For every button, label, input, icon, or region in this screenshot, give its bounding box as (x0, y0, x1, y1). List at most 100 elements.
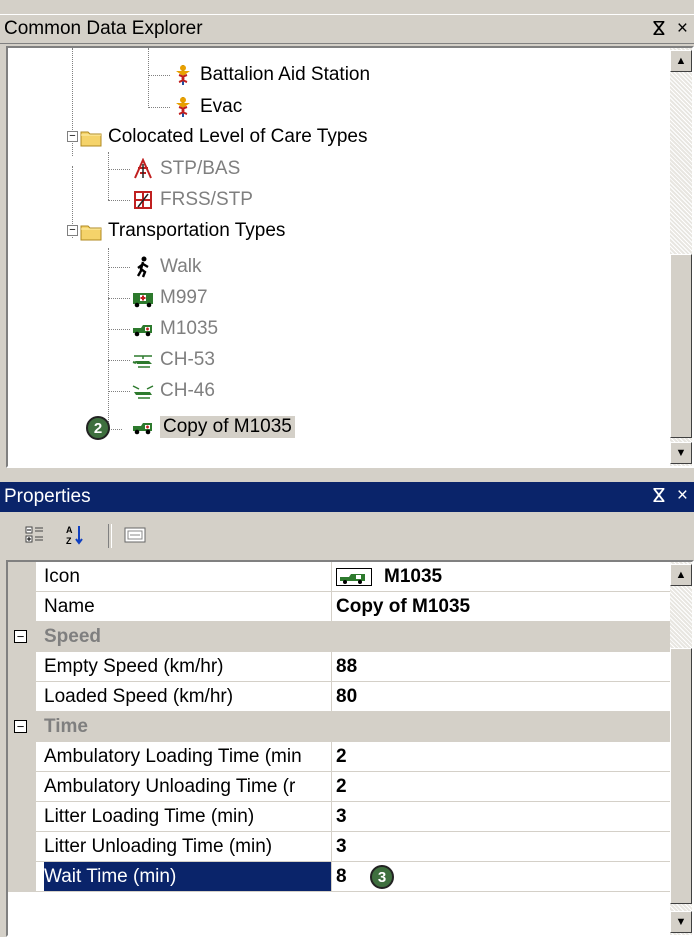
tree-node-ch-53[interactable]: CH-53 (132, 345, 215, 375)
category-name: Speed (44, 626, 102, 647)
walking-person-icon (136, 256, 149, 278)
helicopter-icon (132, 355, 152, 368)
explorer-title-bar: Common Data Explorer ⴵ × (0, 14, 694, 44)
property-value[interactable]: 3 (336, 802, 347, 831)
tree-node-frss-stp[interactable]: FRSS/STP (132, 185, 253, 215)
property-row-ambulatory-unloading-time[interactable]: Ambulatory Unloading Time (r 2 (8, 772, 672, 802)
property-row-name[interactable]: Name Copy of M1035 (8, 592, 672, 622)
property-value[interactable]: 80 (336, 682, 357, 711)
tree-node-battalion-aid-station[interactable]: Battalion Aid Station (172, 60, 370, 90)
humvee-icon (336, 567, 372, 586)
node-label: Transportation Types (108, 220, 286, 241)
property-row-litter-loading-time[interactable]: Litter Loading Time (min) 3 (8, 802, 672, 832)
tree-node-transportation-types[interactable]: Transportation Types (80, 216, 285, 246)
property-grid[interactable]: Icon M1035 Name Copy of M1035 − Speed Em… (6, 560, 694, 937)
helicopter-icon (132, 385, 154, 399)
property-value[interactable]: 8 (336, 862, 347, 891)
property-name: Ambulatory Loading Time (min (44, 742, 332, 771)
explorer-title: Common Data Explorer (4, 18, 203, 39)
category-row-time[interactable]: − Time (8, 712, 672, 742)
scroll-down-button[interactable]: ▼ (670, 442, 692, 464)
collapse-speed-toggle[interactable]: − (14, 630, 27, 643)
tree-node-evac[interactable]: Evac (172, 92, 242, 122)
scroll-down-button[interactable]: ▼ (670, 911, 692, 933)
svg-text:Z: Z (66, 536, 72, 546)
tree-node-m997[interactable]: M997 (132, 283, 208, 313)
step-badge-3: 3 (370, 865, 394, 889)
node-label: CH-46 (160, 380, 215, 401)
property-name: Litter Unloading Time (min) (44, 832, 332, 861)
node-label: M1035 (160, 318, 219, 339)
node-label: Copy of M1035 (160, 416, 295, 438)
node-label: STP/BAS (160, 158, 241, 179)
tree-node-ch-46[interactable]: CH-46 (132, 376, 215, 406)
property-value[interactable]: 2 (336, 742, 347, 771)
tree-node-m1035[interactable]: M1035 (132, 314, 218, 344)
alphabetical-view-button[interactable]: AZ (64, 524, 86, 546)
close-icon[interactable]: × (677, 18, 688, 41)
node-label: Walk (160, 256, 202, 277)
expander-transportation[interactable]: − (67, 225, 78, 236)
tree-node-copy-of-m1035[interactable]: Copy of M1035 (132, 412, 295, 442)
property-value: M1035 (384, 566, 443, 587)
property-pages-button[interactable] (124, 524, 146, 546)
collapse-time-toggle[interactable]: − (14, 720, 27, 733)
humvee-icon (133, 423, 152, 435)
property-value[interactable]: 2 (336, 772, 347, 801)
property-value[interactable]: Copy of M1035 (336, 592, 470, 621)
property-row-empty-speed[interactable]: Empty Speed (km/hr) 88 (8, 652, 672, 682)
property-name: Loaded Speed (km/hr) (44, 682, 332, 711)
humvee-icon (133, 325, 152, 337)
property-row-litter-unloading-time[interactable]: Litter Unloading Time (min) 3 (8, 832, 672, 862)
property-name: Litter Loading Time (min) (44, 802, 332, 831)
property-row-wait-time[interactable]: Wait Time (min) 8 (8, 862, 672, 892)
property-value[interactable]: 88 (336, 652, 357, 681)
category-row-speed[interactable]: − Speed (8, 622, 672, 652)
svg-text:A: A (66, 525, 73, 535)
folder-icon (80, 225, 102, 241)
property-name: Icon (44, 562, 332, 591)
property-name: Wait Time (min) (44, 862, 332, 891)
scroll-up-button[interactable]: ▲ (670, 564, 692, 586)
toolbar-separator (108, 524, 112, 548)
tree-node-stp-bas[interactable]: STP/BAS (132, 154, 240, 184)
expander-colocated[interactable]: − (67, 131, 78, 142)
categorized-view-button[interactable] (24, 524, 46, 546)
colocated-care-icon (134, 158, 152, 179)
property-value[interactable]: 3 (336, 832, 347, 861)
sort-alphabetical-icon: AZ (66, 525, 83, 546)
ambulance-icon (133, 293, 153, 308)
tree-node-colocated-level-of-care-types[interactable]: Colocated Level of Care Types (80, 122, 367, 152)
colocated-care-icon (134, 191, 152, 209)
scroll-up-button[interactable]: ▲ (670, 50, 692, 72)
properties-toolbar: AZ (0, 512, 694, 558)
node-label: M997 (160, 287, 208, 308)
node-label: Evac (200, 96, 243, 117)
properties-title: Properties (4, 486, 91, 507)
property-row-ambulatory-loading-time[interactable]: Ambulatory Loading Time (min 2 (8, 742, 672, 772)
node-label: CH-53 (160, 349, 215, 370)
category-name: Time (44, 716, 89, 737)
tree-node-walk[interactable]: Walk (132, 252, 202, 282)
tree-scrollbar[interactable]: ▲ ▼ (670, 48, 692, 466)
node-label: Colocated Level of Care Types (108, 126, 368, 147)
property-pages-icon (124, 527, 146, 543)
property-name: Empty Speed (km/hr) (44, 652, 332, 681)
property-row-loaded-speed[interactable]: Loaded Speed (km/hr) 80 (8, 682, 672, 712)
node-label: Battalion Aid Station (200, 64, 371, 85)
explorer-tree[interactable]: − − Battalion Aid Station Evac Colocated… (6, 46, 694, 468)
scroll-thumb[interactable] (670, 648, 692, 904)
property-name: Name (44, 592, 332, 621)
step-badge-2: 2 (86, 416, 110, 440)
scroll-thumb[interactable] (670, 254, 692, 438)
pin-icon[interactable]: ⴵ (653, 485, 665, 508)
property-name: Ambulatory Unloading Time (r (44, 772, 332, 801)
close-icon[interactable]: × (677, 485, 688, 508)
caduceus-icon (176, 65, 190, 85)
caduceus-icon (176, 97, 190, 117)
folder-icon (80, 131, 102, 147)
grid-scrollbar[interactable]: ▲ ▼ (670, 562, 692, 935)
node-label: FRSS/STP (160, 189, 253, 210)
pin-icon[interactable]: ⴵ (653, 18, 665, 41)
property-row-icon[interactable]: Icon M1035 (8, 562, 672, 592)
